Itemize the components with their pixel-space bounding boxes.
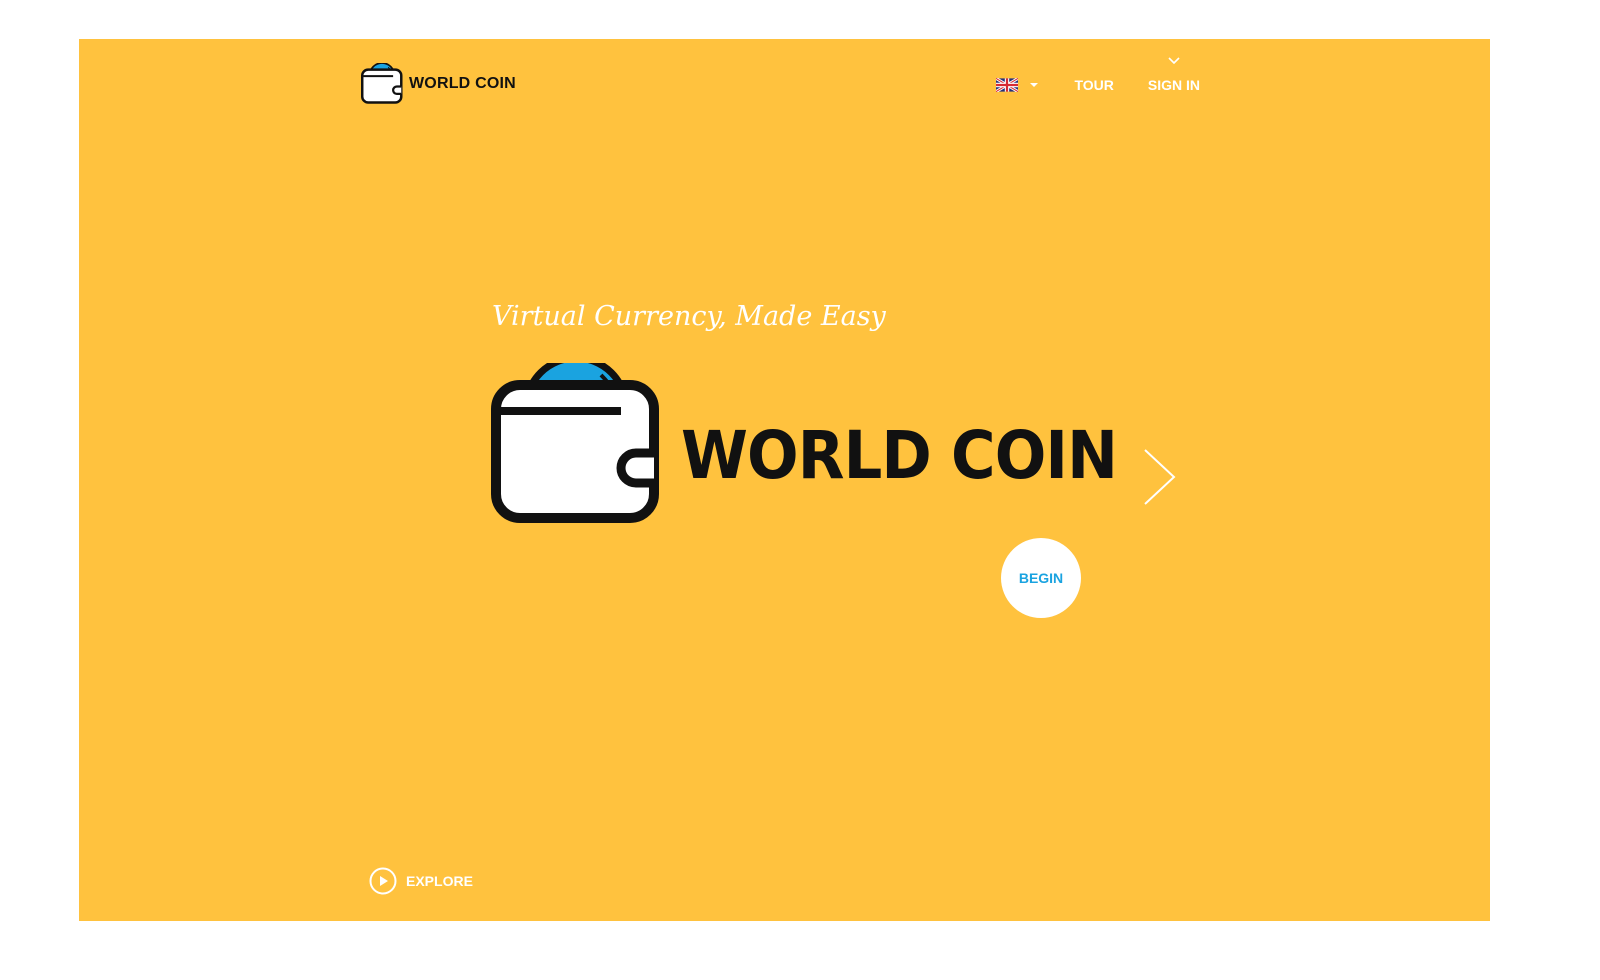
tagline: Virtual Currency, Made Easy [492,301,886,332]
chevron-right-icon[interactable] [1143,448,1177,506]
wallet-globe-logo [491,363,661,523]
top-nav: TOUR SIGN IN [996,57,1200,93]
logo-text: WORLD COIN [409,75,516,92]
uk-flag-icon [996,78,1019,92]
hero-title: WORLD COIN [681,417,1118,494]
explore-link[interactable]: EXPLORE [369,867,473,895]
chevron-down-icon [1168,57,1180,64]
sign-in-label: SIGN IN [1147,77,1200,93]
wallet-globe-icon [361,63,403,105]
nav-tour[interactable]: TOUR [1074,77,1113,93]
nav-sign-in[interactable]: SIGN IN [1147,57,1200,93]
header-logo[interactable]: WORLD COIN [361,63,516,105]
play-circle-icon [369,867,397,895]
begin-button[interactable]: BEGIN [1001,538,1081,618]
hero-section: WORLD COIN TOUR SIGN IN Virtual Currency… [79,39,1490,921]
caret-down-icon [1030,83,1039,87]
language-selector[interactable] [996,78,1039,92]
explore-label: EXPLORE [406,873,473,889]
